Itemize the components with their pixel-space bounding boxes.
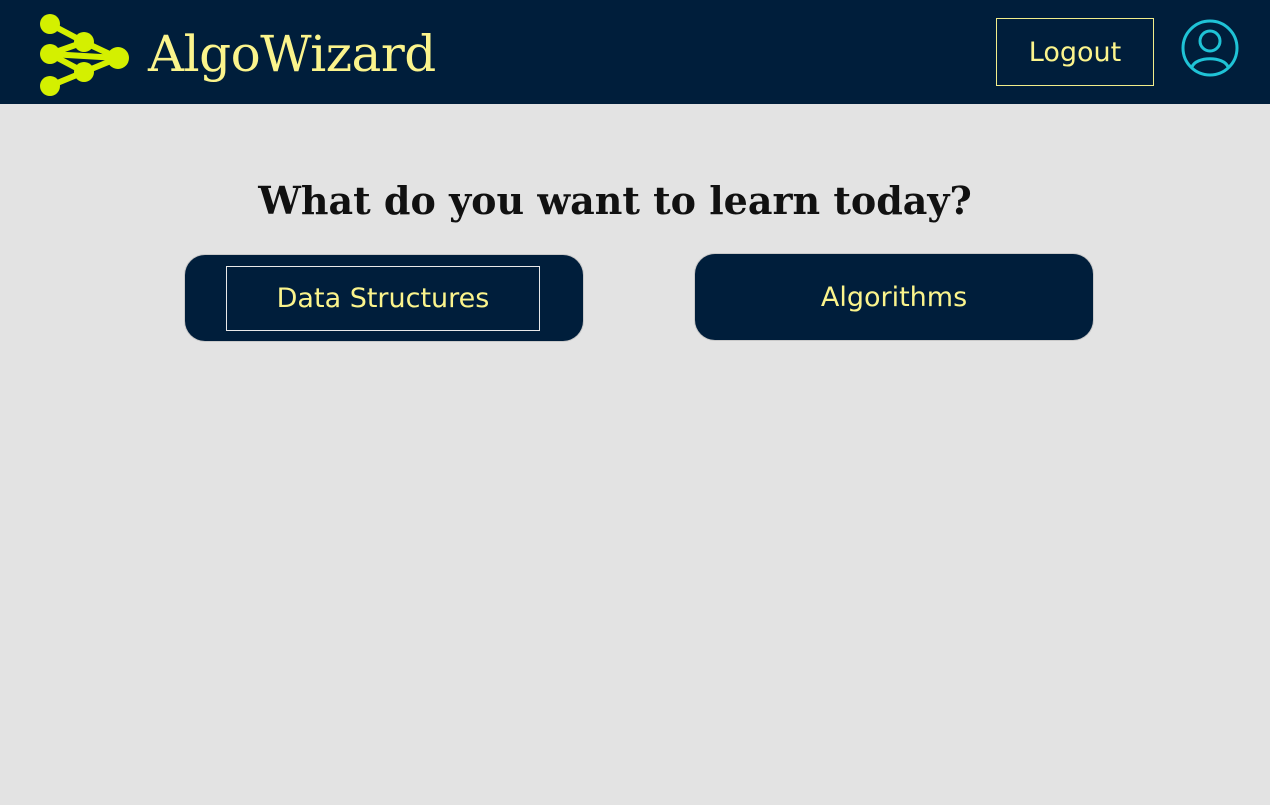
data-structures-label: Data Structures [276,283,490,314]
user-circle-icon[interactable] [1180,18,1240,78]
graph-nodes-icon [40,14,129,96]
brand-name: AlgoWizard [148,25,436,83]
page-title: What do you want to learn today? [258,178,972,224]
algorithms-label: Algorithms [820,281,968,313]
data-structures-button[interactable]: Data Structures [185,255,583,341]
algorithms-button[interactable]: Algorithms [695,254,1093,340]
focus-outline: Data Structures [226,266,540,331]
logout-button[interactable]: Logout [996,18,1154,86]
top-navigation-bar: AlgoWizard Logout [0,0,1270,104]
